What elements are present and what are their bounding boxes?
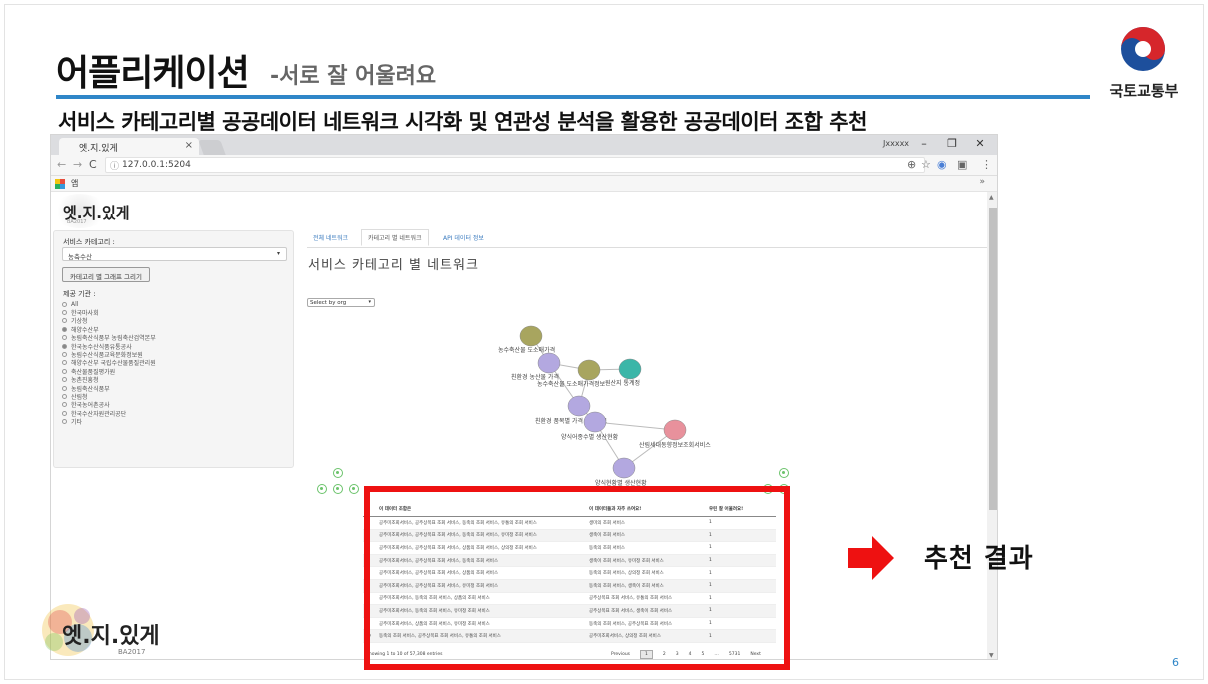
- zoom-in-icon[interactable]: [333, 468, 343, 478]
- radio-icon[interactable]: [62, 377, 67, 383]
- draw-graph-button[interactable]: 카테고리 별 그래프 그리기: [62, 267, 150, 282]
- bookmarks-bar: 앱 »: [51, 176, 997, 192]
- profile-name[interactable]: Jxxxxx: [883, 139, 909, 148]
- org-radio-label: 기타: [71, 419, 83, 427]
- graph-node[interactable]: [577, 359, 601, 381]
- browser-toolbar: ← → C ⓘ 127.0.0.1:5204 ⊕ ☆ ◉ ▣ ⋮: [51, 155, 997, 176]
- graph-node-label: 양식어종수별 생산현황: [561, 433, 619, 441]
- category-select[interactable]: 농축수산 ▾: [62, 247, 287, 261]
- reload-icon[interactable]: C: [89, 158, 97, 171]
- radio-icon[interactable]: [62, 318, 67, 324]
- forward-icon[interactable]: →: [73, 158, 82, 171]
- graph-node[interactable]: [663, 419, 687, 441]
- close-window-icon[interactable]: ✕: [973, 137, 987, 150]
- graph-node[interactable]: [567, 395, 591, 417]
- scroll-up-icon[interactable]: ▲: [989, 194, 994, 201]
- zoom-icon[interactable]: ⊕: [907, 158, 916, 171]
- graph-node-label: 친환경 농산물 가격: [511, 373, 559, 381]
- chevron-down-icon: ▾: [276, 250, 280, 257]
- bookmarks-more-icon[interactable]: »: [979, 177, 985, 187]
- tab-close-icon[interactable]: ×: [185, 140, 193, 151]
- radio-icon[interactable]: [62, 301, 67, 307]
- network-graph[interactable]: 농수축산물 도소매가격친환경 농산물 가격농수축산물 도소매가격정보 원산지 통계…: [351, 312, 711, 497]
- graph-node-label: 산림세대동향정보조회서비스: [639, 441, 711, 449]
- sidebar-panel: 서비스 카테고리 : 농축수산 ▾ 카테고리 별 그래프 그리기 제공 기관 :…: [53, 230, 294, 468]
- page-number: 6: [1172, 656, 1179, 669]
- maximize-icon[interactable]: ❐: [945, 137, 959, 150]
- graph-node[interactable]: [612, 457, 636, 479]
- extension-icon[interactable]: ◉: [937, 158, 947, 171]
- scroll-thumb[interactable]: [989, 208, 997, 510]
- radio-icon[interactable]: [62, 352, 67, 358]
- info-icon[interactable]: ⓘ: [110, 159, 119, 172]
- apps-icon[interactable]: [55, 179, 65, 189]
- chevron-down-icon: ▾: [368, 299, 371, 305]
- highlight-box: [364, 486, 790, 670]
- title-rule: [56, 95, 1090, 99]
- ministry-name: 국토교통부: [1109, 82, 1179, 100]
- tab-all-network[interactable]: 전체 네트워크: [313, 233, 348, 242]
- radio-icon[interactable]: [62, 310, 67, 316]
- browser-tabbar: 엣.지.있게 × Jxxxxx – ❐ ✕: [51, 135, 997, 155]
- bookmark-star-icon[interactable]: ☆: [921, 158, 931, 171]
- org-label: 제공 기관 :: [63, 290, 96, 298]
- radio-icon[interactable]: [62, 419, 67, 425]
- graph-node[interactable]: [519, 325, 543, 347]
- radio-icon[interactable]: [62, 360, 67, 366]
- radio-icon[interactable]: [62, 343, 67, 349]
- category-value: 농축수산: [68, 253, 92, 261]
- graph-node-label: 농수축산물 도소매가격: [498, 346, 555, 354]
- browser-tab[interactable]: 엣.지.있게 ×: [59, 138, 199, 155]
- org-radio-list: All 한국마사회 기상청 해양수산부 농림축산식품부 농림축산검역본부 한국농수산식품유…: [62, 300, 156, 426]
- arrow-right-icon: [848, 536, 894, 580]
- footer-logo-sub: BA2017: [118, 648, 146, 656]
- tab-title: 엣.지.있게: [79, 144, 118, 154]
- reset-view-icon[interactable]: [333, 484, 343, 494]
- address-bar[interactable]: ⓘ 127.0.0.1:5204: [105, 157, 925, 173]
- radio-icon[interactable]: [62, 326, 67, 332]
- graph-node[interactable]: [618, 358, 642, 380]
- back-icon[interactable]: ←: [57, 158, 66, 171]
- graph-node-label: 농수축산물 도소매가격정보: [537, 380, 606, 388]
- fit-icon[interactable]: [779, 468, 789, 478]
- radio-icon[interactable]: [62, 335, 67, 341]
- page-heading: 서비스 카테고리 별 네트워크: [308, 258, 479, 273]
- graph-node-label: 원산지 통계정: [605, 379, 640, 387]
- cast-icon[interactable]: ▣: [957, 158, 967, 171]
- slide-subtitle: -서로 잘 어울려요: [270, 64, 437, 89]
- url-text: 127.0.0.1:5204: [122, 160, 191, 170]
- graph-edge: [594, 421, 676, 431]
- pan-right-icon[interactable]: [349, 484, 359, 494]
- slide-title: 어플리케이션: [56, 53, 250, 94]
- graph-node[interactable]: [583, 411, 607, 433]
- org-radio-label: All: [71, 300, 79, 308]
- radio-icon[interactable]: [62, 368, 67, 374]
- org-radio-item[interactable]: 기타: [62, 417, 156, 427]
- pan-left-icon[interactable]: [317, 484, 327, 494]
- app-logo-sub: BA2017: [67, 219, 87, 225]
- radio-icon[interactable]: [62, 385, 67, 391]
- tab-api-info[interactable]: API 데이터 정보: [443, 233, 484, 242]
- org-select-value: Select by org: [310, 300, 347, 306]
- ministry-emblem-icon: [1121, 27, 1165, 71]
- category-label: 서비스 카테고리 :: [63, 238, 115, 246]
- page-scrollbar[interactable]: ▲ ▼: [987, 192, 997, 659]
- radio-icon[interactable]: [62, 410, 67, 416]
- radio-icon[interactable]: [62, 402, 67, 408]
- minimize-icon[interactable]: –: [917, 137, 931, 150]
- new-tab-button[interactable]: [198, 140, 226, 155]
- page-tabs: 전체 네트워크 카테고리 별 네트워크 API 데이터 정보: [307, 229, 987, 248]
- slide-heading: 서비스 카테고리별 공공데이터 네트워크 시각화 및 연관성 분석을 활용한 공…: [58, 110, 867, 134]
- org-select[interactable]: Select by org ▾: [307, 298, 375, 307]
- recommendation-label: 추천 결과: [924, 544, 1034, 574]
- apps-label[interactable]: 앱: [71, 178, 78, 189]
- tab-category-network[interactable]: 카테고리 별 네트워크: [361, 229, 429, 246]
- footer-logo: 엣.지.있게: [62, 624, 160, 649]
- browser-menu-icon[interactable]: ⋮: [981, 158, 992, 171]
- graph-node[interactable]: [537, 352, 561, 374]
- radio-icon[interactable]: [62, 393, 67, 399]
- scroll-down-icon[interactable]: ▼: [989, 652, 994, 659]
